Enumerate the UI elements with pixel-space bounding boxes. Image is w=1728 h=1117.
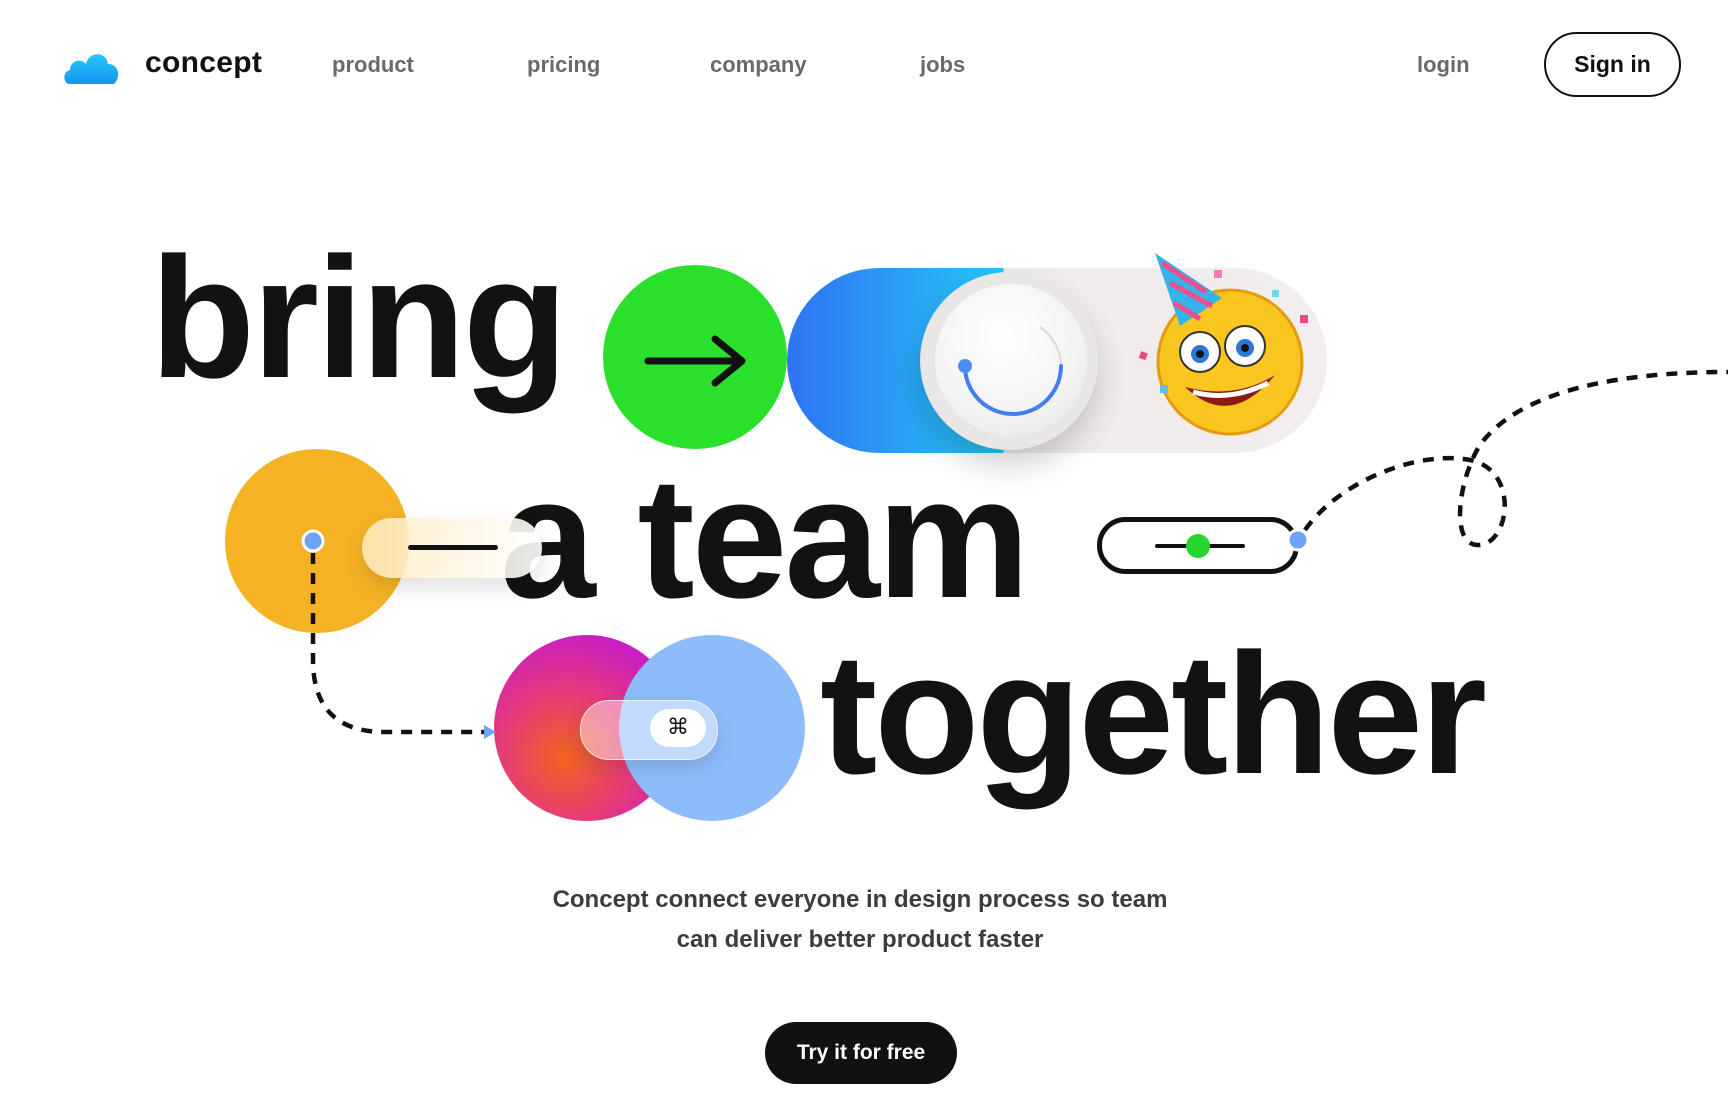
nav-company[interactable]: company (710, 52, 807, 78)
login-link[interactable]: login (1417, 52, 1470, 78)
slider-thumb (1186, 534, 1210, 558)
green-circle-decoration (603, 265, 787, 449)
subtitle-line-1: Concept connect everyone in design proce… (552, 886, 1168, 913)
brand-name[interactable]: concept (145, 46, 262, 80)
nav-jobs[interactable]: jobs (920, 52, 965, 78)
dash-line-decoration (408, 545, 498, 550)
nav-product[interactable]: product (332, 52, 414, 78)
sign-in-button[interactable]: Sign in (1544, 32, 1681, 97)
cloud-logo-icon[interactable] (62, 44, 122, 88)
toggle-knob (935, 284, 1087, 436)
try-free-button[interactable]: Try it for free (765, 1022, 957, 1084)
nav-pricing[interactable]: pricing (527, 52, 600, 78)
headline-bring: bring (150, 222, 568, 414)
headline-together: together (820, 618, 1487, 810)
subtitle-line-2: can deliver better product faster (676, 926, 1044, 953)
headline-a-team: a team (500, 442, 1030, 634)
dashed-connector-right (1286, 369, 1728, 552)
hero-subtitle: Concept connect everyone in design proce… (440, 880, 1280, 960)
command-key-icon: ⌘ (650, 709, 706, 747)
